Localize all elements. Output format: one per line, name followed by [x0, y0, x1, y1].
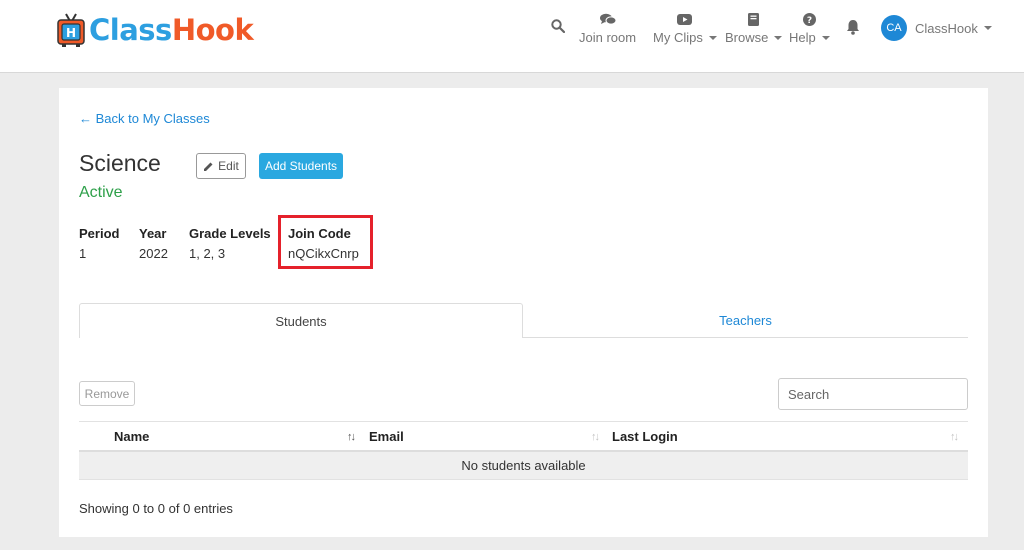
sort-icon[interactable]: ↑↓ [591, 422, 600, 451]
nav-help-label: Help [789, 30, 816, 45]
chevron-down-icon [774, 35, 783, 40]
nav-my-clips[interactable]: My Clips [653, 10, 717, 45]
nav-browse[interactable]: Browse [725, 10, 783, 45]
logo-text: ClassHook [89, 13, 254, 47]
sort-icon[interactable]: ↑↓ [347, 422, 356, 451]
tab-teachers[interactable]: Teachers [523, 303, 968, 338]
status-badge: Active [79, 184, 123, 201]
column-header-email[interactable]: Email [369, 422, 404, 451]
bell-icon[interactable] [846, 19, 860, 40]
nav-browse-label: Browse [725, 30, 769, 45]
tab-divider [523, 337, 968, 338]
page-title: Science [79, 150, 161, 176]
grade-levels-info: Grade Levels 1, 2, 3 [189, 226, 271, 261]
nav-help[interactable]: ? Help [789, 10, 830, 45]
edit-button[interactable]: Edit [196, 153, 246, 179]
class-card: ← Back to My Classes Science Active Edit… [59, 88, 988, 537]
video-icon [677, 10, 693, 28]
period-label: Period [79, 226, 120, 241]
chevron-down-icon [983, 26, 992, 30]
question-icon: ? [802, 10, 816, 28]
year-info: Year 2022 [139, 226, 168, 261]
chat-icon [599, 10, 616, 28]
students-table: Name ↑↓ Email ↑↓ Last Login ↑↓ No studen… [79, 421, 968, 480]
tab-students[interactable]: Students [79, 303, 523, 338]
back-to-classes-link[interactable]: ← Back to My Classes [79, 111, 210, 126]
classhook-logo[interactable]: H ClassHook [57, 10, 254, 50]
book-icon [748, 10, 760, 28]
search-icon[interactable] [551, 19, 566, 38]
chevron-down-icon [821, 35, 830, 40]
edit-button-label: Edit [218, 159, 239, 173]
table-info: Showing 0 to 0 of 0 entries [79, 501, 233, 516]
nav-join-room[interactable]: Join room [579, 10, 636, 45]
chevron-down-icon [708, 35, 717, 40]
top-navbar: H ClassHook Join room My Clips Browse ? … [0, 0, 1024, 73]
user-menu[interactable]: CA ClassHook [881, 15, 992, 41]
pencil-icon [204, 162, 213, 171]
sort-icon[interactable]: ↑↓ [950, 422, 959, 451]
join-code-highlight [278, 215, 373, 269]
svg-text:?: ? [807, 16, 812, 26]
period-value: 1 [79, 246, 87, 261]
grade-levels-label: Grade Levels [189, 226, 271, 241]
avatar: CA [881, 15, 907, 41]
empty-table-message: No students available [79, 452, 968, 480]
search-input[interactable] [778, 378, 968, 410]
tv-logo-icon: H [57, 12, 85, 48]
nav-join-room-label: Join room [579, 30, 637, 45]
nav-my-clips-label: My Clips [653, 30, 703, 45]
svg-text:H: H [66, 26, 76, 40]
column-header-last-login[interactable]: Last Login [612, 422, 678, 451]
user-name: ClassHook [915, 20, 978, 36]
add-students-button[interactable]: Add Students [259, 153, 343, 179]
period-info: Period 1 [79, 226, 119, 261]
year-label: Year [139, 226, 167, 241]
column-header-name[interactable]: Name [114, 422, 149, 451]
table-header: Name ↑↓ Email ↑↓ Last Login ↑↓ [79, 421, 968, 452]
remove-button[interactable]: Remove [79, 381, 135, 406]
grade-levels-value: 1, 2, 3 [189, 246, 226, 261]
year-value: 2022 [139, 246, 168, 261]
